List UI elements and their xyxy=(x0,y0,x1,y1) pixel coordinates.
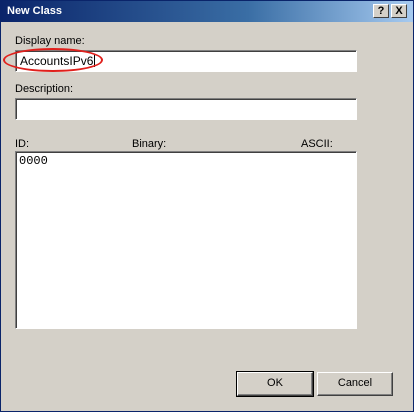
text-caret xyxy=(94,54,96,67)
id-column-label: ID: xyxy=(15,138,30,150)
display-name-label: Display name: xyxy=(15,35,85,47)
help-icon[interactable]: ? xyxy=(373,4,389,18)
description-input[interactable] xyxy=(15,98,357,120)
display-name-input[interactable]: AccountsIPv6 xyxy=(15,50,357,72)
binary-column-label: Binary: xyxy=(132,138,167,150)
ascii-column-label: ASCII: xyxy=(301,138,333,150)
data-row: 0000 xyxy=(19,154,48,168)
description-label: Description: xyxy=(15,83,74,95)
new-class-dialog: New Class ? X Display name: AccountsIPv6… xyxy=(0,0,414,412)
display-name-value: AccountsIPv6 xyxy=(20,54,94,68)
close-icon[interactable]: X xyxy=(391,4,407,18)
title-bar[interactable]: New Class ? X xyxy=(1,1,413,22)
ok-button[interactable]: OK xyxy=(236,371,314,397)
window-title: New Class xyxy=(7,5,63,17)
cancel-button[interactable]: Cancel xyxy=(317,372,393,396)
binary-data-editor[interactable]: 0000 xyxy=(15,151,357,329)
